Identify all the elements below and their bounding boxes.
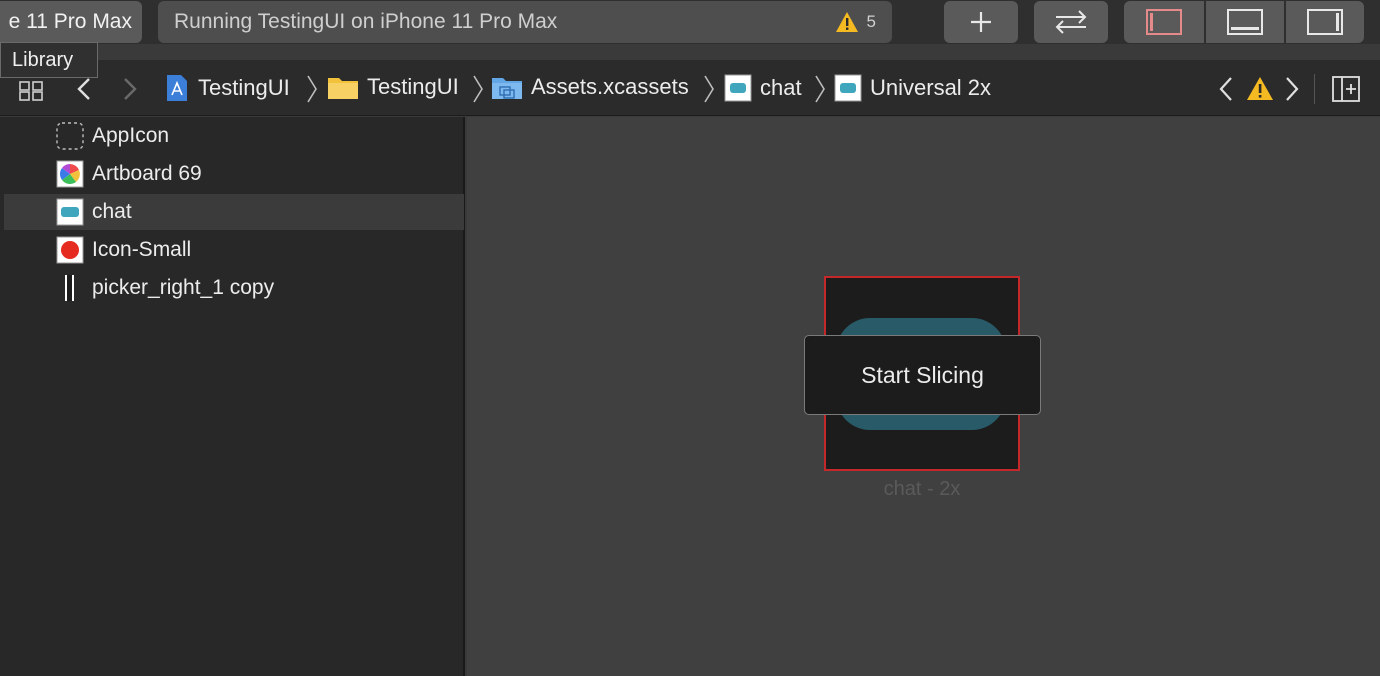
next-issue-icon[interactable]	[1284, 76, 1300, 102]
list-item-label: Artboard 69	[92, 162, 202, 185]
breadcrumb-label: Universal 2x	[870, 75, 992, 100]
chat-image-icon	[56, 198, 84, 226]
warning-badge[interactable]: 5	[835, 11, 876, 33]
image-set-icon	[834, 74, 862, 102]
asset-catalog-icon	[492, 78, 522, 99]
breadcrumb-label: chat	[760, 75, 802, 100]
scheme-selector[interactable]: e 11 Pro Max	[0, 1, 142, 43]
appicon-placeholder-icon	[56, 122, 84, 150]
related-items-icon[interactable]	[18, 80, 46, 102]
add-editor-icon[interactable]	[1332, 76, 1360, 102]
issue-warning-icon[interactable]	[1246, 76, 1274, 102]
toolbar: e 11 Pro Max Running TestingUI on iPhone…	[0, 0, 1380, 44]
forward-arrow-icon[interactable]	[122, 77, 138, 101]
breadcrumb-image-set[interactable]: chat	[724, 74, 802, 102]
list-item[interactable]: picker_right_1 copy	[4, 270, 464, 306]
red-dot-icon	[56, 236, 84, 264]
list-item-label: AppIcon	[92, 124, 170, 147]
chevron-right-icon	[307, 75, 317, 103]
right-panel-icon	[1307, 9, 1343, 35]
plus-icon	[971, 12, 991, 32]
breadcrumb-universal[interactable]: Universal 2x	[834, 74, 991, 102]
toggle-debug-area-button[interactable]	[1206, 1, 1284, 43]
asset-navigator: AppIcon Artboard 69 chat Icon-Small pick…	[0, 117, 465, 676]
list-item[interactable]: AppIcon	[4, 118, 464, 154]
project-icon	[167, 75, 187, 101]
bottom-panel-icon	[1227, 9, 1263, 35]
list-item-selected[interactable]: chat	[4, 194, 464, 230]
toggle-navigator-button[interactable]	[1124, 1, 1204, 43]
folder-icon	[328, 78, 358, 99]
breadcrumb-folder[interactable]: TestingUI	[327, 74, 459, 100]
picker-image-icon	[65, 275, 74, 301]
jumpbar-divider	[1314, 74, 1315, 104]
chevron-right-icon	[815, 75, 825, 103]
list-item[interactable]: Icon-Small	[4, 232, 464, 268]
list-item-label: Icon-Small	[92, 238, 192, 261]
list-item[interactable]: Artboard 69	[4, 156, 464, 192]
back-arrow-icon[interactable]	[76, 77, 92, 101]
color-wheel-icon	[56, 160, 84, 188]
toggle-inspector-button[interactable]	[1286, 1, 1364, 43]
list-item-label: chat	[92, 200, 132, 223]
arrows-swap-icon	[1055, 10, 1087, 34]
start-slicing-button[interactable]: Start Slicing	[804, 335, 1041, 415]
library-tooltip: Library	[0, 42, 98, 78]
breadcrumb-project[interactable]: TestingUI	[164, 74, 290, 102]
list-item-label: picker_right_1 copy	[92, 276, 275, 299]
breadcrumb-label: Assets.xcassets	[531, 74, 689, 99]
chevron-right-icon	[473, 75, 483, 103]
jump-bar: TestingUI TestingUI Assets.xcassets chat	[0, 60, 1380, 116]
left-panel-icon	[1146, 9, 1182, 35]
start-slicing-label: Start Slicing	[861, 361, 984, 388]
chevron-right-icon	[704, 75, 714, 103]
activity-status: Running TestingUI on iPhone 11 Pro Max 5	[158, 1, 892, 43]
scheme-label: e 11 Pro Max	[8, 10, 132, 33]
breadcrumb-label: TestingUI	[198, 75, 290, 100]
breadcrumb-asset-catalog[interactable]: Assets.xcassets	[491, 74, 689, 100]
image-set-icon	[724, 74, 752, 102]
library-button[interactable]	[944, 1, 1018, 43]
code-review-button[interactable]	[1034, 1, 1108, 43]
warning-count: 5	[866, 12, 876, 31]
warning-icon	[835, 12, 858, 32]
previous-issue-icon[interactable]	[1218, 76, 1234, 102]
breadcrumb-label: TestingUI	[367, 74, 459, 99]
tooltip-text: Library	[12, 48, 74, 71]
status-text: Running TestingUI on iPhone 11 Pro Max	[174, 10, 558, 33]
image-slot-caption: chat - 2x	[883, 478, 961, 500]
